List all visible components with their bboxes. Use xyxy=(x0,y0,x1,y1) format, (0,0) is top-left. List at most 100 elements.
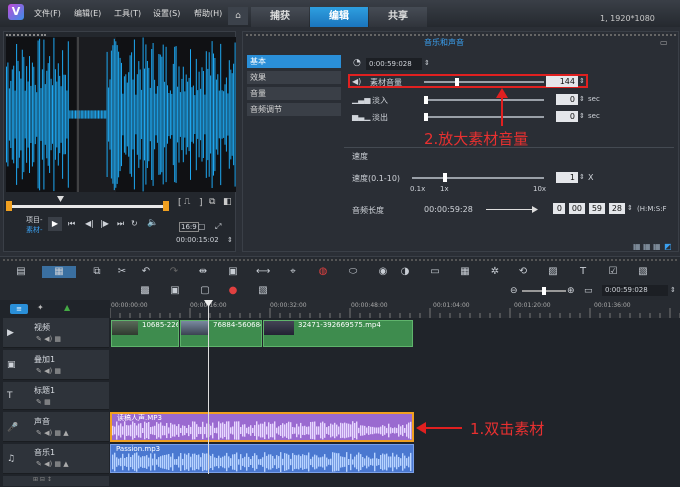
side-item-audio-adjust[interactable]: 音频调节 xyxy=(247,103,341,116)
mark-in-handle[interactable] xyxy=(6,201,12,211)
copy-icon[interactable]: ⧉ xyxy=(209,197,215,207)
fit-project-icon[interactable]: ▭ xyxy=(584,286,593,296)
next-frame-button[interactable]: |▶ xyxy=(100,219,109,228)
preview-scrubber[interactable] xyxy=(9,205,167,208)
clip-volume-thumb[interactable] xyxy=(455,78,459,86)
mode-clip[interactable]: 素材- xyxy=(26,225,43,235)
length-minutes[interactable]: 00 xyxy=(569,203,585,214)
grid-icon[interactable]: ▦ xyxy=(458,266,472,278)
undo-icon[interactable]: ↶ xyxy=(139,266,153,278)
track-manager-icon[interactable]: ≡ xyxy=(10,304,28,314)
copy-attr-icon[interactable]: ⧉ xyxy=(90,266,104,278)
timeline-view-icon[interactable]: ▦ xyxy=(42,266,76,278)
zoom-in-icon[interactable]: ⊕ xyxy=(567,286,575,296)
track-header-music[interactable] xyxy=(3,444,109,474)
speed-thumb[interactable] xyxy=(443,173,447,182)
fullscreen-icon[interactable]: ⤢ xyxy=(215,222,221,232)
track-edit-icon[interactable]: ✎ ◀) ▦ xyxy=(36,367,61,375)
length-frames[interactable]: 28 xyxy=(609,203,625,214)
transition-icon[interactable]: ✲ xyxy=(488,266,502,278)
side-item-basic[interactable]: 基本 xyxy=(247,55,341,68)
home-start-button[interactable]: ⏮ xyxy=(68,219,75,229)
fit-icon[interactable]: ⇹ xyxy=(196,266,210,278)
menu-file[interactable]: 文件(F) xyxy=(34,8,61,19)
timeline-timecode-stepper[interactable]: ⇕ xyxy=(670,286,676,294)
fade-out-thumb[interactable] xyxy=(424,113,428,121)
length-seconds[interactable]: 59 xyxy=(589,203,605,214)
tab-edit[interactable]: 编辑 xyxy=(310,7,368,27)
clip-volume-stepper[interactable]: ⇕ xyxy=(579,77,585,85)
track-header-video[interactable] xyxy=(3,318,109,348)
zoom-thumb[interactable] xyxy=(542,287,546,295)
mix-icon[interactable]: ▩ xyxy=(138,285,152,297)
chapter-point-icon[interactable]: ✦ xyxy=(37,303,44,312)
track-edit-icon[interactable]: ✎ ◀) ▦ ▲ xyxy=(36,460,69,468)
track-edit-icon[interactable]: ✎ ◀) ▦ xyxy=(36,335,61,343)
tab-share[interactable]: 共享 xyxy=(369,7,427,27)
side-item-volume[interactable]: 音量 xyxy=(247,87,341,100)
fade-in-thumb[interactable] xyxy=(424,96,428,104)
split-screen-icon[interactable]: ◑ xyxy=(398,266,412,278)
panel-btn-icon-2[interactable]: ▦ xyxy=(643,242,651,251)
lasso-icon[interactable]: ⟲ xyxy=(516,266,530,278)
panel-btn-icon-3[interactable]: ▦ xyxy=(653,242,661,251)
timeline-playhead[interactable] xyxy=(208,300,209,474)
motion-icon[interactable]: ⌖ xyxy=(286,266,300,278)
fade-in-stepper[interactable]: ⇕ xyxy=(579,95,585,103)
mark-out-icon[interactable]: ] xyxy=(199,198,203,208)
fade-out-input[interactable]: 0 xyxy=(556,111,578,122)
timeline-timecode[interactable]: 0:00:59:028 xyxy=(602,285,668,296)
zoom-out-icon[interactable]: ⊖ xyxy=(510,286,518,296)
mark-in-icon[interactable]: [ xyxy=(178,198,182,208)
export-icon[interactable]: ▧ xyxy=(636,266,650,278)
volume-icon[interactable]: 🔈 xyxy=(147,218,158,228)
length-stepper[interactable]: ⇕ xyxy=(627,204,633,212)
prev-frame-button[interactable]: ◀| xyxy=(85,219,94,228)
enlarge-icon[interactable]: ▢ xyxy=(198,222,206,231)
panel-btn-icon-1[interactable]: ▦ xyxy=(633,242,641,251)
duration-field[interactable]: 0:00:59:028 xyxy=(366,58,422,70)
side-item-effects[interactable]: 效果 xyxy=(247,71,341,84)
fade-in-slider[interactable] xyxy=(424,99,544,101)
trim-icon[interactable]: ⟷ xyxy=(256,266,270,278)
cue-icon[interactable]: ▢ xyxy=(198,285,212,297)
length-hours[interactable]: 0 xyxy=(553,203,565,214)
title-icon[interactable]: T xyxy=(576,266,590,278)
duration-stepper[interactable]: ⇕ xyxy=(424,59,430,67)
tab-capture[interactable]: 捕获 xyxy=(251,7,309,27)
menu-settings[interactable]: 设置(S) xyxy=(153,8,180,19)
mode-project[interactable]: 项目- xyxy=(26,215,43,225)
chapter-icon[interactable]: ▧ xyxy=(256,285,270,297)
track-footer-icons[interactable]: ⊞ ⊟ ↕ xyxy=(3,476,109,486)
fade-in-input[interactable]: 0 xyxy=(556,94,578,105)
track-header-voice[interactable] xyxy=(3,412,109,442)
storyboard-view-icon[interactable]: ▤ xyxy=(14,266,28,278)
multicam-icon[interactable]: ⬭ xyxy=(346,266,360,278)
clip-volume-input[interactable]: 144 xyxy=(546,76,578,87)
record-icon[interactable]: ▣ xyxy=(226,266,240,278)
mic-icon[interactable]: ● xyxy=(226,285,240,297)
speed-stepper[interactable]: ⇕ xyxy=(579,173,585,181)
track-edit-icon[interactable]: ✎ ▦ xyxy=(36,398,51,406)
gif-icon[interactable]: ▣ xyxy=(168,285,182,297)
track-header-title[interactable] xyxy=(3,382,109,410)
track-motion-icon[interactable]: ◉ xyxy=(376,266,390,278)
snapshot-icon[interactable]: ◧ xyxy=(223,197,232,207)
menu-edit[interactable]: 编辑(E) xyxy=(74,8,101,19)
panel-btn-icon-4[interactable]: ◩ xyxy=(664,242,672,251)
timecode-stepper[interactable]: ⇕ xyxy=(227,236,233,244)
aspect-icon[interactable]: 16:9 xyxy=(179,222,199,232)
redo-icon[interactable]: ↷ xyxy=(167,266,181,278)
repeat-icon[interactable]: ↻ xyxy=(131,219,138,228)
check-icon[interactable]: ☑ xyxy=(606,266,620,278)
end-button[interactable]: ⏭ xyxy=(117,219,124,229)
mark-out-handle[interactable] xyxy=(163,201,169,211)
menu-help[interactable]: 帮助(H) xyxy=(194,8,222,19)
fade-out-slider[interactable] xyxy=(424,116,544,118)
panel-expand-icon[interactable]: ▭ xyxy=(660,38,668,47)
track-header-overlay[interactable] xyxy=(3,350,109,380)
speed-slider[interactable] xyxy=(412,177,544,179)
text-icon[interactable]: ▭ xyxy=(428,266,442,278)
clip-volume-slider[interactable] xyxy=(424,81,544,83)
fade-out-stepper[interactable]: ⇕ xyxy=(579,112,585,120)
